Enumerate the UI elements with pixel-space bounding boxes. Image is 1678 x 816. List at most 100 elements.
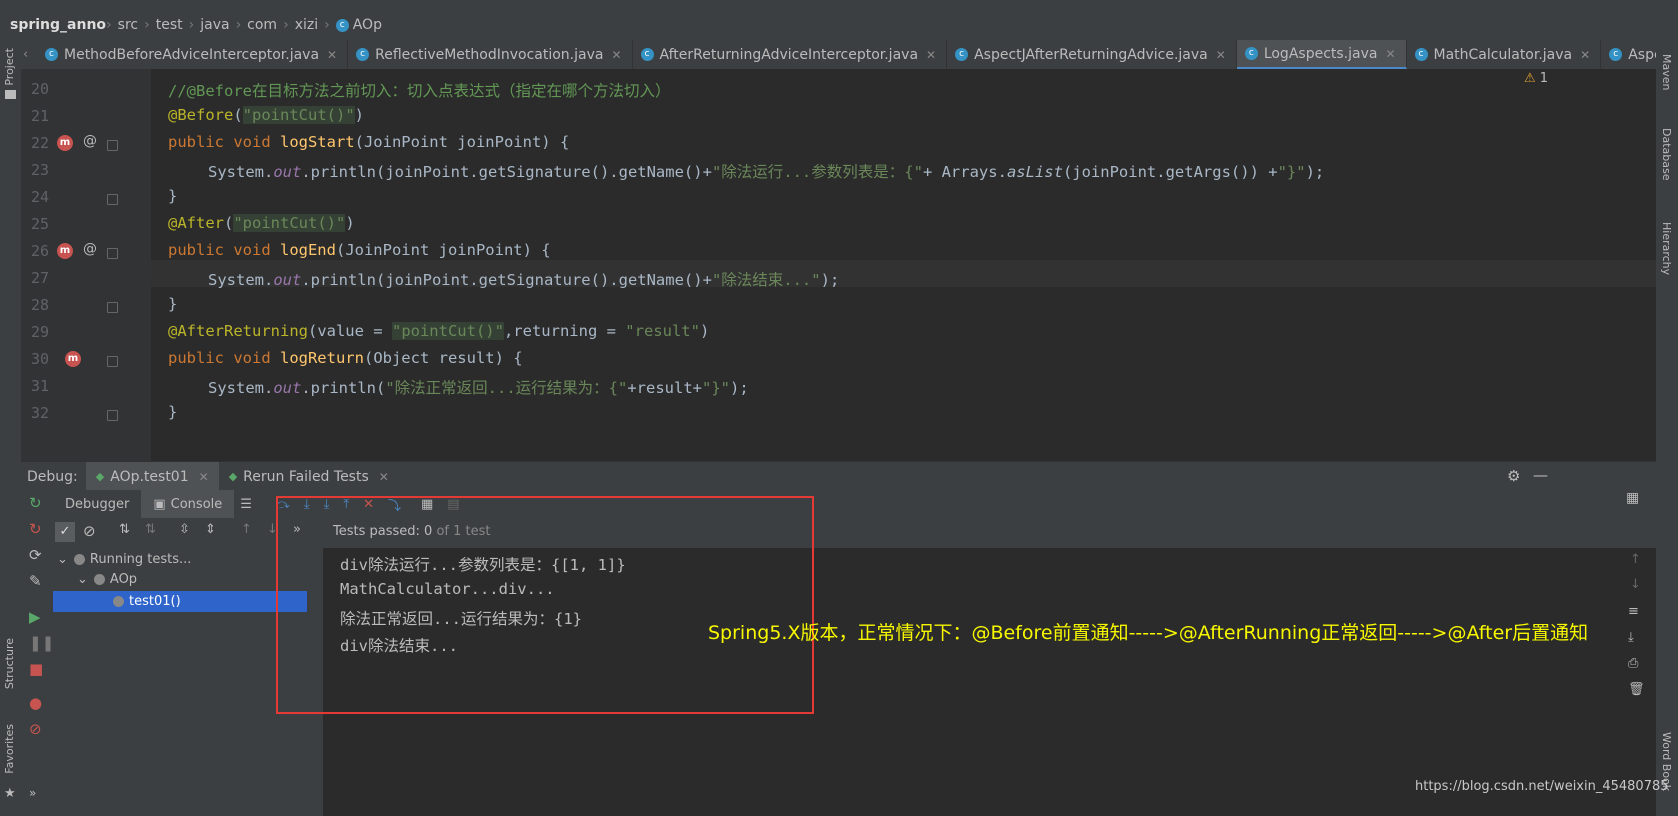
code-text: }: [168, 295, 178, 313]
close-icon[interactable]: ✕: [1216, 48, 1226, 62]
pause-icon[interactable]: ❚❚: [29, 634, 54, 652]
sort-by-duration-icon[interactable]: ⇅: [145, 522, 156, 537]
breadcrumb-project[interactable]: spring_anno: [0, 17, 106, 33]
debug-label: Debug:: [27, 468, 78, 485]
close-icon[interactable]: ✕: [199, 470, 209, 484]
collapse-all-icon[interactable]: ⇕: [205, 522, 216, 537]
breadcrumb-java[interactable]: java: [194, 17, 235, 33]
line-number: 30: [30, 350, 49, 368]
tab-reflectivemethodinvocation[interactable]: c ReflectiveMethodInvocation.java ✕: [348, 40, 633, 69]
code-text: );: [820, 271, 840, 289]
code-text: System.: [208, 379, 274, 397]
layout-settings-icon[interactable]: ▦: [1626, 490, 1639, 506]
tab-console[interactable]: ▣ Console: [141, 490, 235, 518]
sort-alphabetically-icon[interactable]: ⇅: [119, 522, 130, 537]
implementation-marker-icon[interactable]: m: [65, 351, 81, 367]
code-line: //@Before在目标方法之前切入：切入点表达式（指定在哪个方法切入）: [168, 79, 671, 101]
implementation-marker-icon[interactable]: m: [57, 243, 73, 259]
code-annotation: @Before: [168, 106, 234, 124]
fold-icon[interactable]: [107, 356, 118, 367]
tab-methodbeforeadviceinterceptor[interactable]: c MethodBeforeAdviceInterceptor.java ✕: [37, 40, 349, 69]
fold-icon[interactable]: [107, 194, 118, 205]
tab-afterreturningadviceinterceptor[interactable]: c AfterReturningAdviceInterceptor.java ✕: [633, 40, 948, 69]
annotation-note: Spring5.X版本，正常情况下：@Before前置通知----->@Afte…: [708, 622, 1589, 644]
tab-label: ReflectiveMethodInvocation.java: [375, 46, 604, 63]
tree-node-aop[interactable]: ⌄ AOp: [77, 572, 137, 587]
toggle-auto-test-icon[interactable]: ⟳: [29, 546, 42, 564]
project-tool-button[interactable]: Project: [3, 48, 16, 86]
close-icon[interactable]: ✕: [1385, 47, 1395, 61]
code-method-name: logReturn: [279, 349, 364, 367]
line-number: 27: [30, 269, 49, 287]
rerun-icon[interactable]: ↻: [29, 494, 42, 512]
database-tool-button[interactable]: Database: [1660, 128, 1673, 181]
breadcrumb-test[interactable]: test: [150, 17, 189, 33]
gear-icon[interactable]: ⚙: [1507, 467, 1520, 485]
tab-debugger[interactable]: Debugger: [53, 490, 141, 518]
show-passed-icon[interactable]: ✓: [55, 522, 75, 542]
view-breakpoints-icon[interactable]: ●: [29, 694, 42, 712]
expand-all-icon[interactable]: ⇳: [179, 522, 190, 537]
code-text: (JoinPoint joinPoint) {: [335, 241, 551, 259]
fold-icon[interactable]: [107, 410, 118, 421]
breadcrumb-xizi[interactable]: xizi: [289, 17, 324, 33]
annotation-marker-icon[interactable]: @: [83, 133, 97, 149]
tab-aspectjaftera[interactable]: c AspectJAfterA: [1601, 40, 1656, 69]
fold-icon[interactable]: [107, 140, 118, 151]
breadcrumb-current[interactable]: c AOp: [330, 17, 388, 33]
tab-logaspects[interactable]: c LogAspects.java ✕: [1236, 40, 1407, 69]
close-icon[interactable]: ✕: [926, 48, 936, 62]
code-text: );: [729, 379, 749, 397]
class-icon: c: [1414, 48, 1428, 61]
code-editor[interactable]: ⚠ 1 20 21 22 23 24 25 26 27 28 29 30 31 …: [21, 69, 1656, 461]
code-string: "pointCut()": [391, 322, 504, 340]
line-number: 21: [30, 107, 49, 125]
fold-icon[interactable]: [107, 302, 118, 313]
scroll-tabs-left-icon[interactable]: ‹: [23, 47, 28, 62]
previous-failed-icon[interactable]: ↑: [241, 522, 252, 537]
tab-aop-test01[interactable]: ◆ AOp.test01 ✕: [85, 462, 219, 491]
fold-icon[interactable]: [107, 248, 118, 259]
code-keyword: public void: [168, 349, 280, 367]
breadcrumb-src[interactable]: src: [112, 17, 144, 33]
minimize-icon[interactable]: —: [1533, 466, 1548, 484]
print-icon[interactable]: ⎙: [1628, 656, 1638, 671]
code-annotation: @AfterReturning: [168, 322, 308, 340]
close-icon[interactable]: ✕: [327, 48, 337, 62]
warning-icon: ⚠: [1524, 71, 1536, 86]
close-icon[interactable]: ✕: [379, 470, 389, 484]
more-icon[interactable]: »: [29, 786, 36, 800]
debug-tab-label: AOp.test01: [110, 468, 189, 485]
show-ignored-icon[interactable]: ⊘: [83, 522, 96, 540]
run-icon: ◆: [95, 470, 105, 483]
scroll-up-icon[interactable]: ↑: [1630, 552, 1641, 567]
scroll-to-end-icon[interactable]: ⤓: [1628, 630, 1634, 645]
stop-icon[interactable]: ■: [29, 660, 43, 678]
rerun-failed-icon[interactable]: ↻: [29, 520, 42, 538]
close-icon[interactable]: ✕: [611, 48, 621, 62]
tab-rerun-failed-tests[interactable]: ◆ Rerun Failed Tests ✕: [219, 462, 399, 491]
subtab-label: Console: [170, 496, 223, 512]
scroll-down-icon[interactable]: ↓: [1630, 577, 1641, 592]
tree-node-test01[interactable]: test01(): [53, 591, 307, 612]
close-icon[interactable]: ✕: [1580, 48, 1590, 62]
hierarchy-tool-button[interactable]: Hierarchy: [1660, 222, 1673, 275]
mute-breakpoints-icon[interactable]: ⊘: [29, 720, 42, 738]
tab-aspectjafterreturningadvice[interactable]: c AspectJAfterReturningAdvice.java ✕: [947, 40, 1237, 69]
resume-icon[interactable]: ▶: [29, 608, 41, 626]
tab-label: LogAspects.java: [1263, 45, 1378, 62]
breadcrumb-com[interactable]: com: [241, 17, 283, 33]
pause-status-icon: [73, 554, 85, 565]
tree-node-running-tests[interactable]: ⌄ Running tests...: [57, 552, 191, 567]
annotation-marker-icon[interactable]: @: [83, 241, 97, 257]
implementation-marker-icon[interactable]: m: [57, 135, 73, 151]
warning-indicator[interactable]: ⚠ 1: [1524, 71, 1548, 86]
maven-tool-button[interactable]: Maven: [1660, 54, 1673, 90]
tab-mathcalculator[interactable]: c MathCalculator.java ✕: [1407, 40, 1602, 69]
favorites-tool-button[interactable]: Favorites: [3, 724, 16, 774]
wrench-icon[interactable]: ✎: [29, 572, 42, 590]
structure-tool-button[interactable]: Structure: [3, 638, 16, 689]
menu-icon[interactable]: ☰: [240, 497, 252, 512]
clear-all-icon[interactable]: 🗑: [1628, 682, 1645, 697]
soft-wrap-icon[interactable]: ≡: [1628, 604, 1639, 619]
